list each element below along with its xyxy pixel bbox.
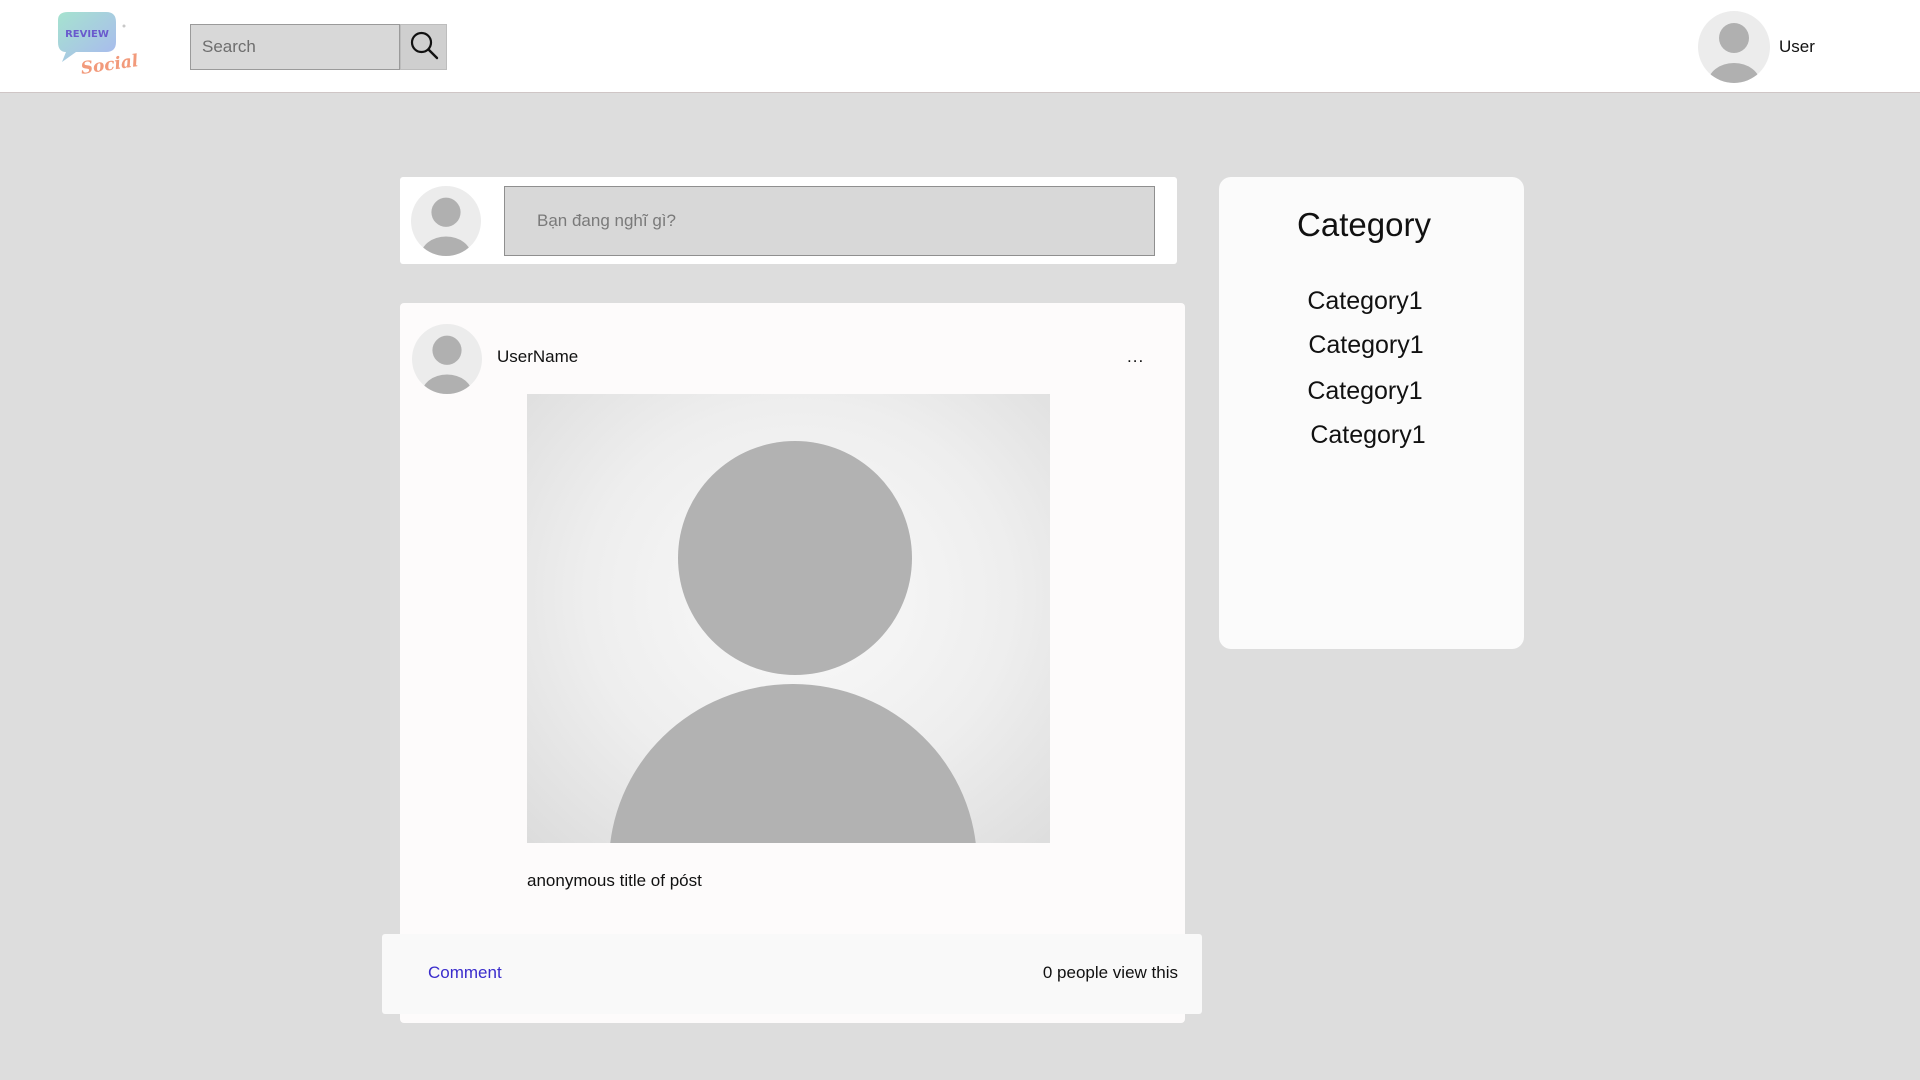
composer-avatar	[411, 186, 481, 256]
category-item[interactable]: Category1	[1215, 287, 1515, 316]
category-panel: Category Category1 Category1 Category1 C…	[1219, 177, 1524, 649]
post-author-avatar[interactable]	[412, 324, 482, 394]
post-options-menu[interactable]: ...	[1127, 347, 1144, 367]
post-author-name[interactable]: UserName	[497, 347, 578, 367]
whats-on-your-mind-input[interactable]	[504, 186, 1155, 256]
search-icon	[409, 30, 439, 65]
category-item[interactable]: Category1	[1218, 421, 1518, 450]
user-avatar[interactable]	[1698, 11, 1770, 83]
search-input[interactable]	[190, 24, 400, 70]
review-social-logo[interactable]: REVIEW Social	[52, 12, 140, 79]
search-button[interactable]	[400, 24, 447, 70]
category-heading: Category	[1297, 206, 1431, 243]
category-item[interactable]: Category1	[1216, 331, 1516, 360]
post-footer: Comment 0 people view this	[382, 934, 1202, 1014]
svg-text:REVIEW: REVIEW	[65, 29, 109, 40]
post-title: anonymous title of póst	[527, 871, 702, 890]
comment-link[interactable]: Comment	[428, 963, 502, 983]
category-item[interactable]: Category1	[1215, 377, 1515, 406]
post-image[interactable]	[527, 394, 1050, 843]
header-username[interactable]: User	[1779, 37, 1815, 57]
post-card: UserName ... anonymous title of póst	[400, 303, 1185, 1023]
view-count: 0 people view this	[1042, 963, 1178, 982]
top-nav-bar: REVIEW Social User	[0, 0, 1920, 93]
svg-text:Social: Social	[80, 51, 138, 78]
post-composer	[400, 177, 1177, 264]
